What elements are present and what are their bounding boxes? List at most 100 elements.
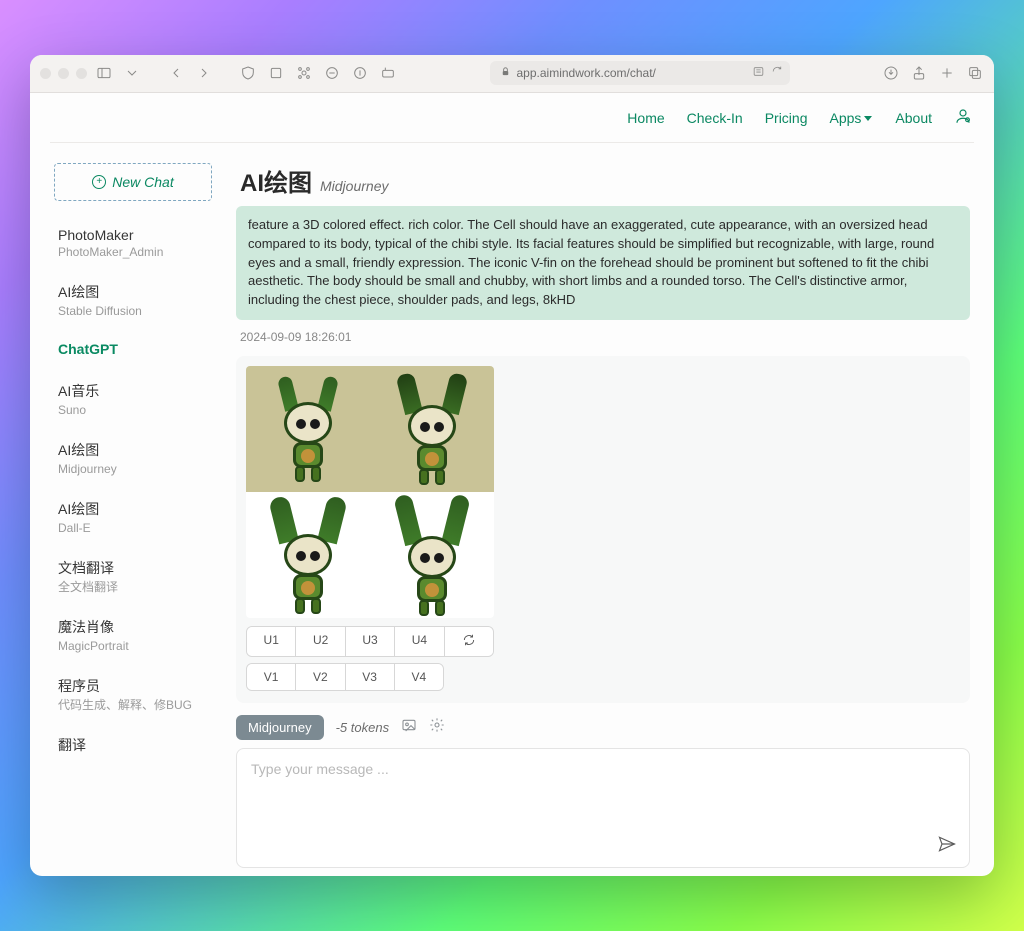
v2-button[interactable]: V2	[296, 664, 345, 690]
user-icon[interactable]	[954, 107, 972, 130]
traffic-lights	[40, 68, 87, 79]
sidebar-item-sub: 全文档翻译	[58, 580, 208, 595]
minimize-window-icon[interactable]	[58, 68, 69, 79]
token-count: -5 tokens	[336, 720, 389, 735]
extension-icon-4[interactable]	[351, 64, 369, 82]
sidebar-toggle-icon[interactable]	[95, 64, 113, 82]
sidebar-item-title: AI音乐	[58, 381, 208, 401]
lock-icon	[500, 66, 511, 80]
url-text: app.aimindwork.com/chat/	[517, 66, 656, 80]
sidebar-item-6[interactable]: 文档翻译全文档翻译	[54, 548, 212, 607]
extension-icon-2[interactable]	[295, 64, 313, 82]
reload-icon[interactable]	[771, 65, 784, 81]
u2-button[interactable]: U2	[296, 627, 345, 656]
image-4[interactable]	[370, 492, 494, 618]
upscale-row: U1 U2 U3 U4	[246, 626, 494, 657]
u1-button[interactable]: U1	[247, 627, 296, 656]
toolbar-left	[95, 64, 397, 82]
sidebar-item-sub: Suno	[58, 403, 208, 418]
sidebar-item-5[interactable]: AI绘图 Dall-E	[54, 489, 212, 548]
sidebar-item-0[interactable]: PhotoMakerPhotoMaker_Admin	[54, 217, 212, 272]
sidebar-item-7[interactable]: 魔法肖像 MagicPortrait	[54, 607, 212, 666]
sidebar-item-title: 文档翻译	[58, 558, 208, 578]
page-subtitle: Midjourney	[320, 178, 388, 194]
chevron-down-icon[interactable]	[123, 64, 141, 82]
sidebar-item-sub: Midjourney	[58, 462, 208, 477]
extension-icon-5[interactable]	[379, 64, 397, 82]
sidebar-item-sub: Dall-E	[58, 521, 208, 536]
new-chat-label: New Chat	[112, 174, 173, 190]
sidebar-item-1[interactable]: AI绘图 Stable Diffusion	[54, 272, 212, 331]
back-icon[interactable]	[167, 64, 185, 82]
nav-about[interactable]: About	[895, 110, 932, 126]
maximize-window-icon[interactable]	[76, 68, 87, 79]
nav-apps[interactable]: Apps	[829, 110, 873, 126]
sidebar-item-sub: 代码生成、解释、修BUG	[58, 698, 208, 713]
nav-checkin[interactable]: Check-In	[687, 110, 743, 126]
extension-icon-1[interactable]	[267, 64, 285, 82]
shield-icon[interactable]	[239, 64, 257, 82]
composer-top: Midjourney -5 tokens	[236, 715, 970, 740]
image-1[interactable]	[246, 366, 370, 492]
image-3[interactable]	[246, 492, 370, 618]
address-bar[interactable]: app.aimindwork.com/chat/	[490, 61, 790, 85]
sidebar-item-sub: MagicPortrait	[58, 639, 208, 654]
sidebar-item-3[interactable]: AI音乐 Suno	[54, 371, 212, 430]
sidebar-item-sub: Stable Diffusion	[58, 304, 208, 319]
page-content: Home Check-In Pricing Apps About + New C…	[30, 93, 994, 876]
sidebar-item-title: AI绘图	[58, 282, 208, 302]
nav-home[interactable]: Home	[627, 110, 664, 126]
top-nav: Home Check-In Pricing Apps About	[30, 93, 994, 142]
downloads-icon[interactable]	[882, 64, 900, 82]
chevron-down-icon	[861, 110, 873, 126]
main: AI绘图 Midjourney feature a 3D colored eff…	[236, 163, 970, 868]
sidebar-item-sub: PhotoMaker_Admin	[58, 245, 208, 260]
send-icon[interactable]	[937, 834, 957, 857]
sidebar-item-title: 翻译	[58, 735, 208, 755]
extension-icon-3[interactable]	[323, 64, 341, 82]
plus-icon: +	[92, 175, 106, 189]
sidebar-item-title: ChatGPT	[58, 341, 208, 357]
sidebar-item-title: 程序员	[58, 676, 208, 696]
message-input[interactable]: Type your message ...	[236, 748, 970, 868]
generation-card: U1 U2 U3 U4 V1 V2 V3 V4	[236, 356, 970, 703]
reroll-button[interactable]	[445, 627, 493, 656]
gear-icon[interactable]	[429, 717, 445, 738]
placeholder-text: Type your message ...	[251, 761, 389, 777]
sidebar-item-title: AI绘图	[58, 499, 208, 519]
titlebar: app.aimindwork.com/chat/	[30, 55, 994, 93]
image-grid[interactable]	[246, 366, 494, 618]
timestamp: 2024-09-09 18:26:01	[236, 330, 970, 344]
v3-button[interactable]: V3	[346, 664, 395, 690]
sidebar-item-title: 魔法肖像	[58, 617, 208, 637]
variation-row: V1 V2 V3 V4	[246, 663, 444, 691]
u3-button[interactable]: U3	[346, 627, 395, 656]
new-tab-icon[interactable]	[938, 64, 956, 82]
share-icon[interactable]	[910, 64, 928, 82]
model-tag[interactable]: Midjourney	[236, 715, 324, 740]
v1-button[interactable]: V1	[247, 664, 296, 690]
sidebar-item-2[interactable]: ChatGPT	[54, 331, 212, 371]
sidebar-item-9[interactable]: 翻译	[54, 725, 212, 769]
reader-icon[interactable]	[752, 65, 765, 81]
v4-button[interactable]: V4	[395, 664, 443, 690]
page-heading: AI绘图 Midjourney	[236, 163, 970, 198]
composer: Midjourney -5 tokens Type your message .…	[236, 715, 970, 868]
sidebar-item-title: AI绘图	[58, 440, 208, 460]
user-prompt: feature a 3D colored effect. rich color.…	[236, 206, 970, 320]
sidebar-item-8[interactable]: 程序员代码生成、解释、修BUG	[54, 666, 212, 725]
app-window: app.aimindwork.com/chat/ Home Check-In P…	[30, 55, 994, 876]
sidebar: + New Chat PhotoMakerPhotoMaker_AdminAI绘…	[54, 163, 212, 868]
page-title: AI绘图	[240, 163, 312, 198]
sidebar-item-4[interactable]: AI绘图 Midjourney	[54, 430, 212, 489]
body: + New Chat PhotoMakerPhotoMaker_AdminAI绘…	[30, 143, 994, 876]
u4-button[interactable]: U4	[395, 627, 444, 656]
new-chat-button[interactable]: + New Chat	[54, 163, 212, 201]
toolbar-right	[882, 64, 984, 82]
forward-icon[interactable]	[195, 64, 213, 82]
tabs-icon[interactable]	[966, 64, 984, 82]
image-2[interactable]	[370, 366, 494, 492]
close-window-icon[interactable]	[40, 68, 51, 79]
nav-pricing[interactable]: Pricing	[765, 110, 808, 126]
image-icon[interactable]	[401, 717, 417, 738]
